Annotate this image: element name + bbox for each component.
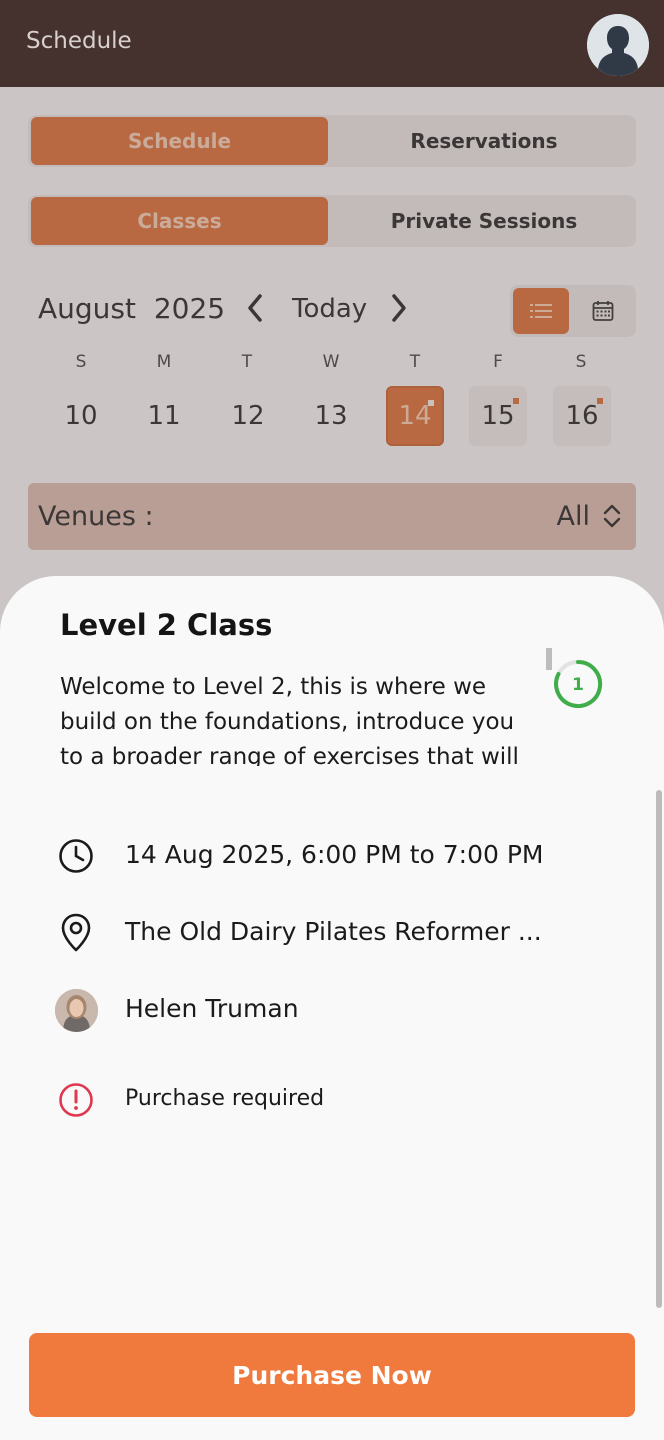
notice-row: Purchase required [54,1078,614,1122]
spots-count: 1 [572,675,584,695]
user-silhouette-icon [587,14,649,76]
clock-icon [54,834,98,878]
instructor-row[interactable]: Helen Truman [54,988,614,1032]
datetime-row: 14 Aug 2025, 6:00 PM to 7:00 PM [54,834,614,878]
location-row[interactable]: The Old Dairy Pilates Reformer ... [54,911,614,955]
class-description: Welcome to Level 2, this is where we bui… [60,674,519,766]
location-pin-icon [54,911,98,955]
class-datetime: 14 Aug 2025, 6:00 PM to 7:00 PM [125,840,544,869]
purchase-notice: Purchase required [125,1086,325,1111]
progress-ring-icon: 1 [554,659,603,708]
class-description-box[interactable]: Welcome to Level 2, this is where we bui… [60,670,540,766]
instructor-name: Helen Truman [125,994,299,1023]
class-title: Level 2 Class [60,608,273,642]
app-bar: Schedule [0,0,664,87]
user-avatar[interactable] [587,14,649,76]
sheet-scrollbar[interactable] [656,790,662,1308]
purchase-now-button[interactable]: Purchase Now [29,1333,635,1417]
alert-circle-icon [54,1078,98,1122]
instructor-avatar [54,988,98,1032]
app-bar-title: Schedule [26,28,132,54]
class-details-sheet: Level 2 Class Welcome to Level 2, this i… [0,576,664,1440]
class-location: The Old Dairy Pilates Reformer ... [125,917,542,946]
spots-indicator: 1 [552,658,604,710]
